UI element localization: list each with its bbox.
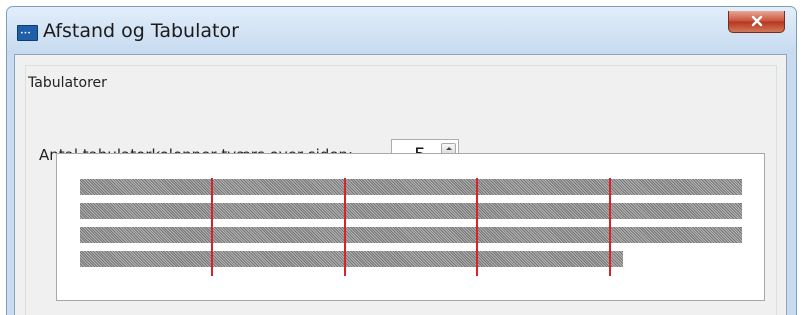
- preview-text-line: [80, 203, 742, 219]
- group-title: Tabulatorer: [28, 75, 107, 91]
- close-icon: [751, 15, 763, 27]
- app-icon: •••: [17, 25, 38, 41]
- title-bar[interactable]: ••• Afstand og Tabulator: [7, 7, 796, 54]
- tab-stop-marker: [476, 178, 478, 276]
- tab-stop-marker: [211, 178, 213, 276]
- preview-text-line: [80, 227, 742, 243]
- preview-text-line: [80, 179, 742, 195]
- tab-stop-marker: [344, 178, 346, 276]
- preview-text-line: [80, 251, 623, 267]
- close-button[interactable]: [728, 11, 785, 33]
- tab-stop-marker: [609, 178, 611, 276]
- dialog-title: Afstand og Tabulator: [43, 20, 239, 42]
- tab-preview-panel: [56, 153, 765, 301]
